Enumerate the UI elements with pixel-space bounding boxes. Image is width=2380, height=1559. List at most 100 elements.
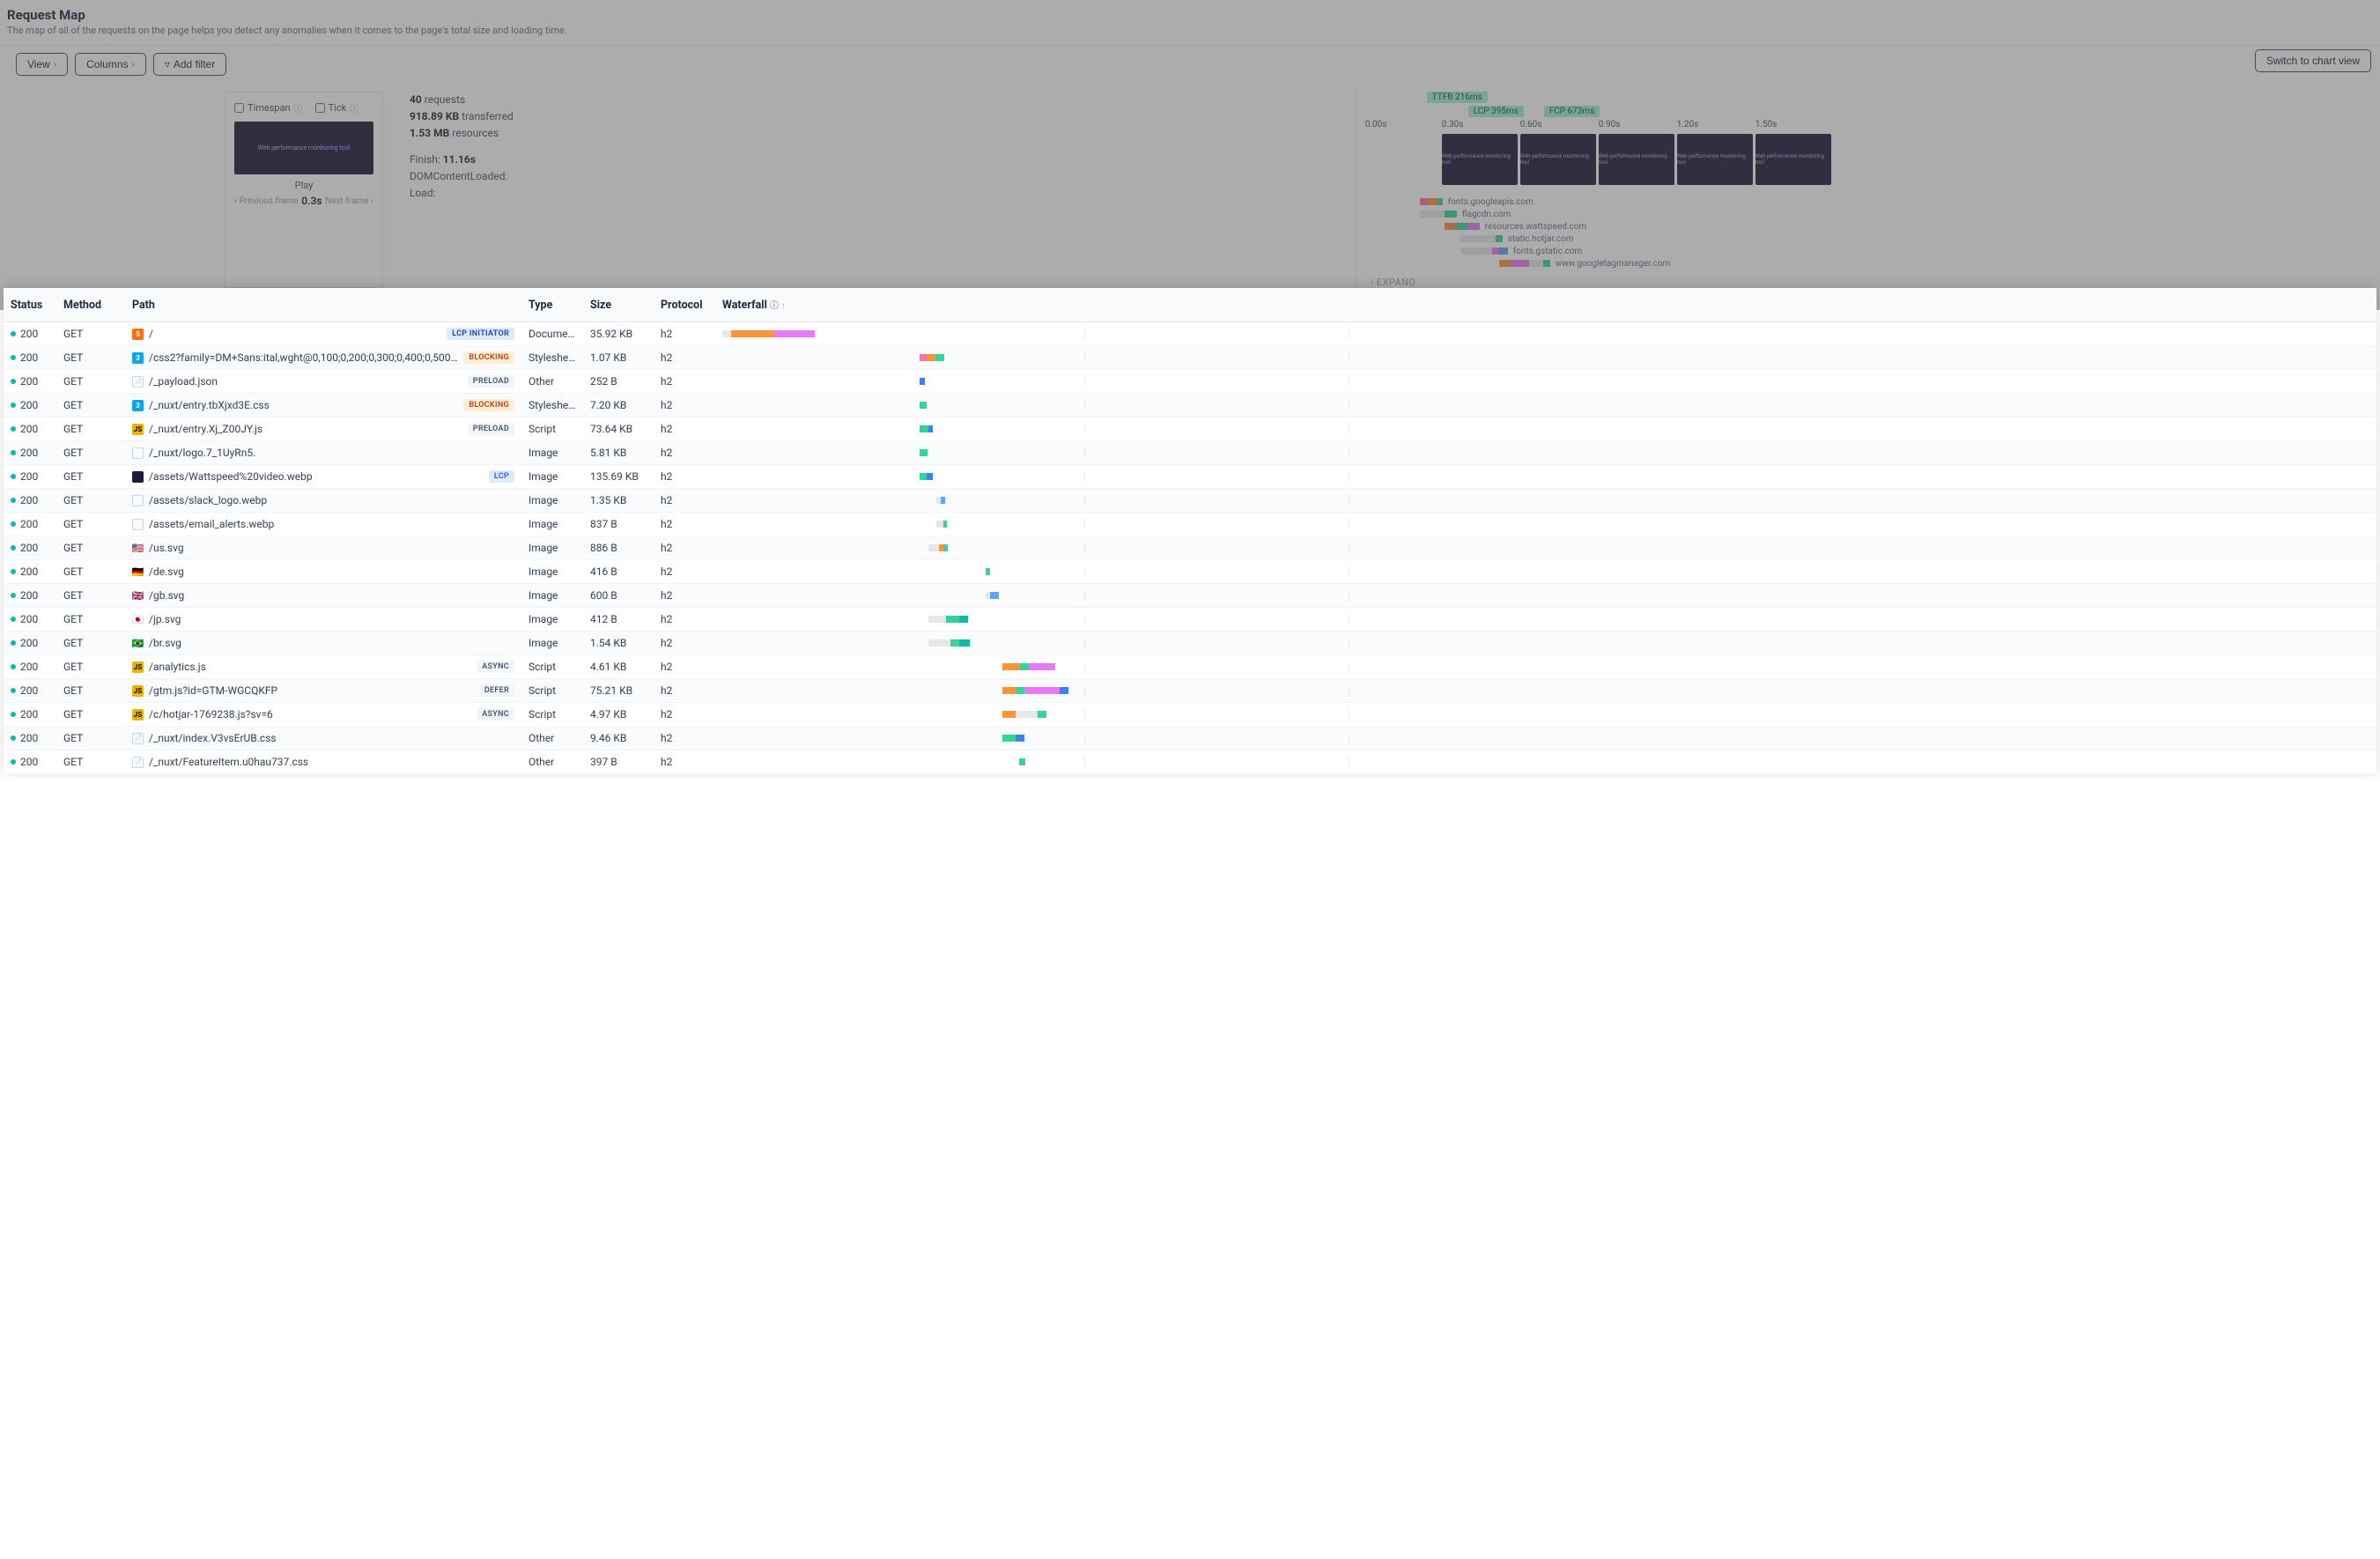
table-row[interactable]: 200GET🇺🇸/us.svgImage886 Bh2 <box>4 536 2376 560</box>
waterfall-bar <box>722 496 2369 505</box>
status-code: 200 <box>20 661 38 673</box>
col-method[interactable]: Method <box>56 288 125 322</box>
path-text: /_payload.json <box>149 375 462 388</box>
col-size[interactable]: Size <box>583 288 654 322</box>
table-row[interactable]: 200GET🇬🇧/gb.svgImage600 Bh2 <box>4 584 2376 608</box>
col-status[interactable]: Status <box>4 288 56 322</box>
status-code: 200 <box>20 613 38 625</box>
table-row[interactable]: 200GET🇧🇷/br.svgImage1.54 KBh2 <box>4 632 2376 655</box>
table-row[interactable]: 200GET📄/_nuxt/FeatureItem.u0hau737.cssOt… <box>4 750 2376 774</box>
status-code: 200 <box>20 708 38 720</box>
request-tag: DEFER <box>479 684 514 697</box>
request-tag: BLOCKING <box>463 399 514 411</box>
type-cell: Image <box>521 584 583 608</box>
path-text: /_nuxt/index.V3vsErUB.css <box>149 732 514 744</box>
size-cell: 1.35 KB <box>583 489 654 513</box>
type-cell: Other <box>521 750 583 774</box>
file-type-icon: JS <box>132 661 144 673</box>
table-row[interactable]: 200GET/assets/email_alerts.webpImage837 … <box>4 513 2376 536</box>
size-cell: 73.64 KB <box>583 417 654 441</box>
table-row[interactable]: 200GET3/css2?family=DM+Sans:ital,wght@0,… <box>4 346 2376 370</box>
method-cell: GET <box>56 655 125 679</box>
method-cell: GET <box>56 513 125 536</box>
method-cell: GET <box>56 370 125 394</box>
protocol-cell: h2 <box>654 370 715 394</box>
file-type-icon: 📄 <box>132 376 144 388</box>
status-dot-icon <box>11 640 16 646</box>
status-dot-icon <box>11 498 16 503</box>
table-row[interactable]: 200GET📄/_payload.jsonPRELOADOther252 Bh2 <box>4 370 2376 394</box>
col-path[interactable]: Path <box>125 288 521 322</box>
method-cell: GET <box>56 322 125 346</box>
protocol-cell: h2 <box>654 655 715 679</box>
table-row[interactable]: 200GET/assets/Wattspeed%20video.webpLCPI… <box>4 465 2376 489</box>
request-tag: BLOCKING <box>463 351 514 364</box>
status-code: 200 <box>20 684 38 697</box>
waterfall-bar <box>722 686 2369 695</box>
protocol-cell: h2 <box>654 489 715 513</box>
type-cell: Script <box>521 417 583 441</box>
file-type-icon: 📄 <box>132 757 144 768</box>
path-text: /us.svg <box>149 542 514 554</box>
protocol-cell: h2 <box>654 750 715 774</box>
size-cell: 35.92 KB <box>583 322 654 346</box>
flag-icon: 🇯🇵 <box>132 614 144 625</box>
type-cell: Stylesheet <box>521 346 583 370</box>
type-cell: Image <box>521 441 583 465</box>
status-dot-icon <box>11 545 16 550</box>
col-protocol[interactable]: Protocol <box>654 288 715 322</box>
status-dot-icon <box>11 521 16 527</box>
method-cell: GET <box>56 560 125 584</box>
status-code: 200 <box>20 470 38 483</box>
path-text: /assets/Wattspeed%20video.webp <box>149 470 484 483</box>
col-waterfall[interactable]: Waterfallⓘ↑ <box>715 288 2376 322</box>
size-cell: 252 B <box>583 370 654 394</box>
protocol-cell: h2 <box>654 703 715 727</box>
protocol-cell: h2 <box>654 417 715 441</box>
status-code: 200 <box>20 565 38 578</box>
info-icon: ⓘ <box>770 301 779 311</box>
table-row[interactable]: 200GET/_nuxt/logo.7_1UyRn5.Image5.81 KBh… <box>4 441 2376 465</box>
path-text: /assets/slack_logo.webp <box>149 494 514 506</box>
size-cell: 7.20 KB <box>583 394 654 417</box>
path-text: /jp.svg <box>149 613 514 625</box>
table-row[interactable]: 200GET/assets/slack_logo.webpImage1.35 K… <box>4 489 2376 513</box>
table-row[interactable]: 200GET🇩🇪/de.svgImage416 Bh2 <box>4 560 2376 584</box>
table-row[interactable]: 200GET📄/_nuxt/index.V3vsErUB.cssOther9.4… <box>4 727 2376 750</box>
request-tag: ASYNC <box>477 661 514 673</box>
path-text: /_nuxt/logo.7_1UyRn5. <box>149 447 514 459</box>
table-row[interactable]: 200GET🇯🇵/jp.svgImage412 Bh2 <box>4 608 2376 632</box>
col-type[interactable]: Type <box>521 288 583 322</box>
waterfall-bar <box>722 567 2369 576</box>
waterfall-bar <box>722 472 2369 481</box>
protocol-cell: h2 <box>654 584 715 608</box>
status-code: 200 <box>20 756 38 768</box>
file-type-icon: 5 <box>132 329 144 340</box>
status-code: 200 <box>20 494 38 506</box>
size-cell: 397 B <box>583 750 654 774</box>
table-row[interactable]: 200GETJS/_nuxt/entry.Xj_Z00JY.jsPRELOADS… <box>4 417 2376 441</box>
file-type-icon: JS <box>132 424 144 435</box>
table-row[interactable]: 200GETJS/analytics.jsASYNCScript4.61 KBh… <box>4 655 2376 679</box>
table-row[interactable]: 200GET3/_nuxt/entry.tbXjxd3E.cssBLOCKING… <box>4 394 2376 417</box>
table-row[interactable]: 200GET5/LCP INITIATORDocument35.92 KBh2 <box>4 322 2376 346</box>
flag-icon: 🇬🇧 <box>132 590 144 602</box>
protocol-cell: h2 <box>654 322 715 346</box>
protocol-cell: h2 <box>654 679 715 703</box>
table-row[interactable]: 200GETJS/c/hotjar-1769238.js?sv=6ASYNCSc… <box>4 703 2376 727</box>
protocol-cell: h2 <box>654 727 715 750</box>
request-tag: PRELOAD <box>468 375 514 388</box>
waterfall-bar <box>722 543 2369 552</box>
waterfall-bar <box>722 591 2369 600</box>
status-code: 200 <box>20 328 38 340</box>
type-cell: Other <box>521 370 583 394</box>
status-code: 200 <box>20 399 38 411</box>
method-cell: GET <box>56 703 125 727</box>
status-code: 200 <box>20 732 38 744</box>
waterfall-bar <box>722 520 2369 528</box>
file-type-icon <box>132 495 144 506</box>
protocol-cell: h2 <box>654 441 715 465</box>
table-row[interactable]: 200GETJS/gtm.js?id=GTM-WGCQKFPDEFERScrip… <box>4 679 2376 703</box>
path-text: /assets/email_alerts.webp <box>149 518 514 530</box>
method-cell: GET <box>56 608 125 632</box>
